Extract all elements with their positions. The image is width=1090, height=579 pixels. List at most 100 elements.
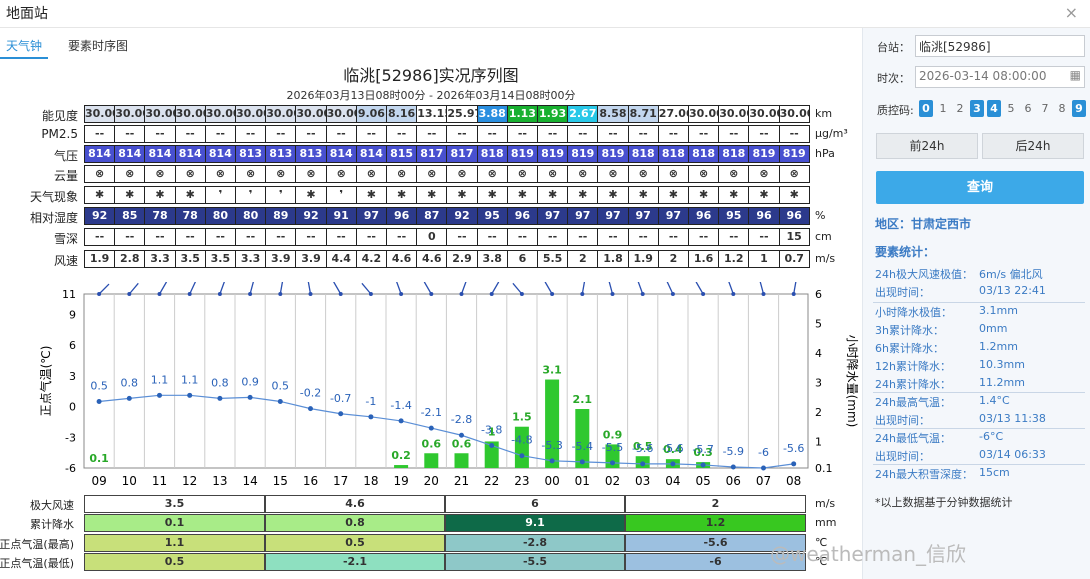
tab-weather-clock[interactable]: 天气钟 xyxy=(0,32,49,59)
table-cell: 97 xyxy=(537,207,569,225)
temperature-label: -5.6 xyxy=(783,442,804,455)
table-cell: ⊗ xyxy=(657,165,689,183)
table-cell: 30.00 xyxy=(114,105,146,123)
table-cell: 91 xyxy=(325,207,357,225)
wind-barb xyxy=(491,282,500,295)
qc-code-0[interactable]: 0 xyxy=(919,100,933,117)
table-cell: ⊗ xyxy=(446,165,478,183)
table-cell: ✱ xyxy=(174,186,206,204)
temperature-point xyxy=(670,461,676,467)
table-cell: ✱ xyxy=(567,186,599,204)
temperature-point xyxy=(459,432,464,438)
stat-key: 出现时间： xyxy=(875,450,930,463)
table-cell: ✱ xyxy=(748,186,780,204)
x-tick-label: 12 xyxy=(182,474,197,488)
wind-barb-dot xyxy=(217,292,222,296)
temperature-point xyxy=(489,442,495,448)
table-cell: ⊗ xyxy=(204,165,236,183)
table-cell: ✱ xyxy=(446,186,478,204)
stats-note: *以上数据基于分钟数据统计 xyxy=(875,496,1013,509)
table-cell: -- xyxy=(688,228,720,246)
table-cell: -- xyxy=(174,125,206,143)
qc-code-1[interactable]: 1 xyxy=(936,100,950,117)
stat-value: -6°C xyxy=(979,430,1004,443)
table-cell: -- xyxy=(204,228,236,246)
calendar-icon[interactable]: ▦ xyxy=(1070,68,1081,82)
next-24h-button[interactable]: 后24h xyxy=(982,133,1084,159)
query-button[interactable]: 查询 xyxy=(876,171,1084,204)
qc-code-5[interactable]: 5 xyxy=(1004,100,1018,117)
table-cell: 30.00 xyxy=(144,105,176,123)
row-unit: hPa xyxy=(815,147,835,160)
prev-24h-button[interactable]: 前24h xyxy=(876,133,978,159)
tab-element-timeseries[interactable]: 要素时序图 xyxy=(62,32,134,59)
table-cell: 818 xyxy=(688,145,720,163)
table-cell: -- xyxy=(476,228,508,246)
row-label: 风速 xyxy=(53,254,78,268)
table-cell: 92 xyxy=(295,207,327,225)
time-input[interactable]: 2026-03-14 08:00:00 ▦ xyxy=(915,66,1085,88)
table-cell: 818 xyxy=(627,145,659,163)
precip-bar xyxy=(545,379,560,468)
temperature-point xyxy=(368,414,374,420)
row-unit: μg/m³ xyxy=(815,127,848,140)
temperature-label: -5.6 xyxy=(662,442,683,455)
table-cell: 1.2 xyxy=(718,250,750,268)
table-cell: ✱ xyxy=(506,186,538,204)
temperature-point xyxy=(428,425,434,431)
table-cell: ✱ xyxy=(537,186,569,204)
table-cell: -- xyxy=(114,228,146,246)
temperature-label: -5.6 xyxy=(632,442,653,455)
stat-separator xyxy=(873,464,1085,465)
temperature-point xyxy=(730,464,736,470)
table-cell: ⊗ xyxy=(295,165,327,183)
precip-label: 1.5 xyxy=(512,411,532,424)
qc-code-9[interactable]: 9 xyxy=(1072,100,1086,117)
qc-code-8[interactable]: 8 xyxy=(1055,100,1069,117)
close-icon[interactable]: × xyxy=(1065,3,1078,22)
table-cell: 818 xyxy=(718,145,750,163)
qc-code-7[interactable]: 7 xyxy=(1038,100,1052,117)
table-cell: 817 xyxy=(446,145,478,163)
summary-row-label: 累计降水 xyxy=(30,518,74,531)
table-cell: 814 xyxy=(325,145,357,163)
table-cell: 97 xyxy=(657,207,689,225)
summary-cell: 3.5 xyxy=(84,495,265,513)
table-cell: -- xyxy=(506,228,538,246)
table-cell: ✱ xyxy=(718,186,750,204)
stat-key: 出现时间： xyxy=(875,414,930,427)
summary-row-label: 正点气温(最高) xyxy=(0,538,74,551)
stat-key: 24h最低气温： xyxy=(875,432,951,445)
qc-code-6[interactable]: 6 xyxy=(1021,100,1035,117)
temperature-point xyxy=(610,460,615,466)
table-cell: -- xyxy=(144,228,176,246)
table-cell: -- xyxy=(84,125,116,143)
x-tick-label: 23 xyxy=(514,474,529,488)
temperature-label: -5.5 xyxy=(602,441,623,454)
temperature-label: -3.8 xyxy=(481,423,502,436)
wind-barb-dot xyxy=(670,292,675,296)
row-label: PM2.5 xyxy=(41,127,78,141)
qc-code-3[interactable]: 3 xyxy=(970,100,984,117)
table-cell: -- xyxy=(597,228,629,246)
temperature-label: -4.8 xyxy=(511,434,532,447)
table-cell: 1 xyxy=(748,250,780,268)
stat-value: 03/13 11:38 xyxy=(979,412,1046,425)
right-tick-label: 0.1 xyxy=(815,462,833,475)
area-text: 地区：甘肃定西市 xyxy=(875,217,972,231)
precip-bar xyxy=(454,453,469,468)
temperature-label: -2.8 xyxy=(451,413,472,426)
qc-code-4[interactable]: 4 xyxy=(987,100,1001,117)
qc-code-2[interactable]: 2 xyxy=(953,100,967,117)
table-cell: 6 xyxy=(506,250,538,268)
x-tick-label: 07 xyxy=(756,474,771,488)
temperature-label: 1.1 xyxy=(181,373,199,386)
station-input[interactable]: 临洮[52986] xyxy=(915,35,1085,57)
table-cell: -- xyxy=(446,125,478,143)
wind-barb xyxy=(158,282,168,295)
stat-value: 6m/s 偏北风 xyxy=(979,268,1043,281)
temperature-label: 0.5 xyxy=(90,379,108,392)
table-cell: 30.00 xyxy=(718,105,750,123)
table-cell: -- xyxy=(144,125,176,143)
x-tick-label: 11 xyxy=(152,474,167,488)
